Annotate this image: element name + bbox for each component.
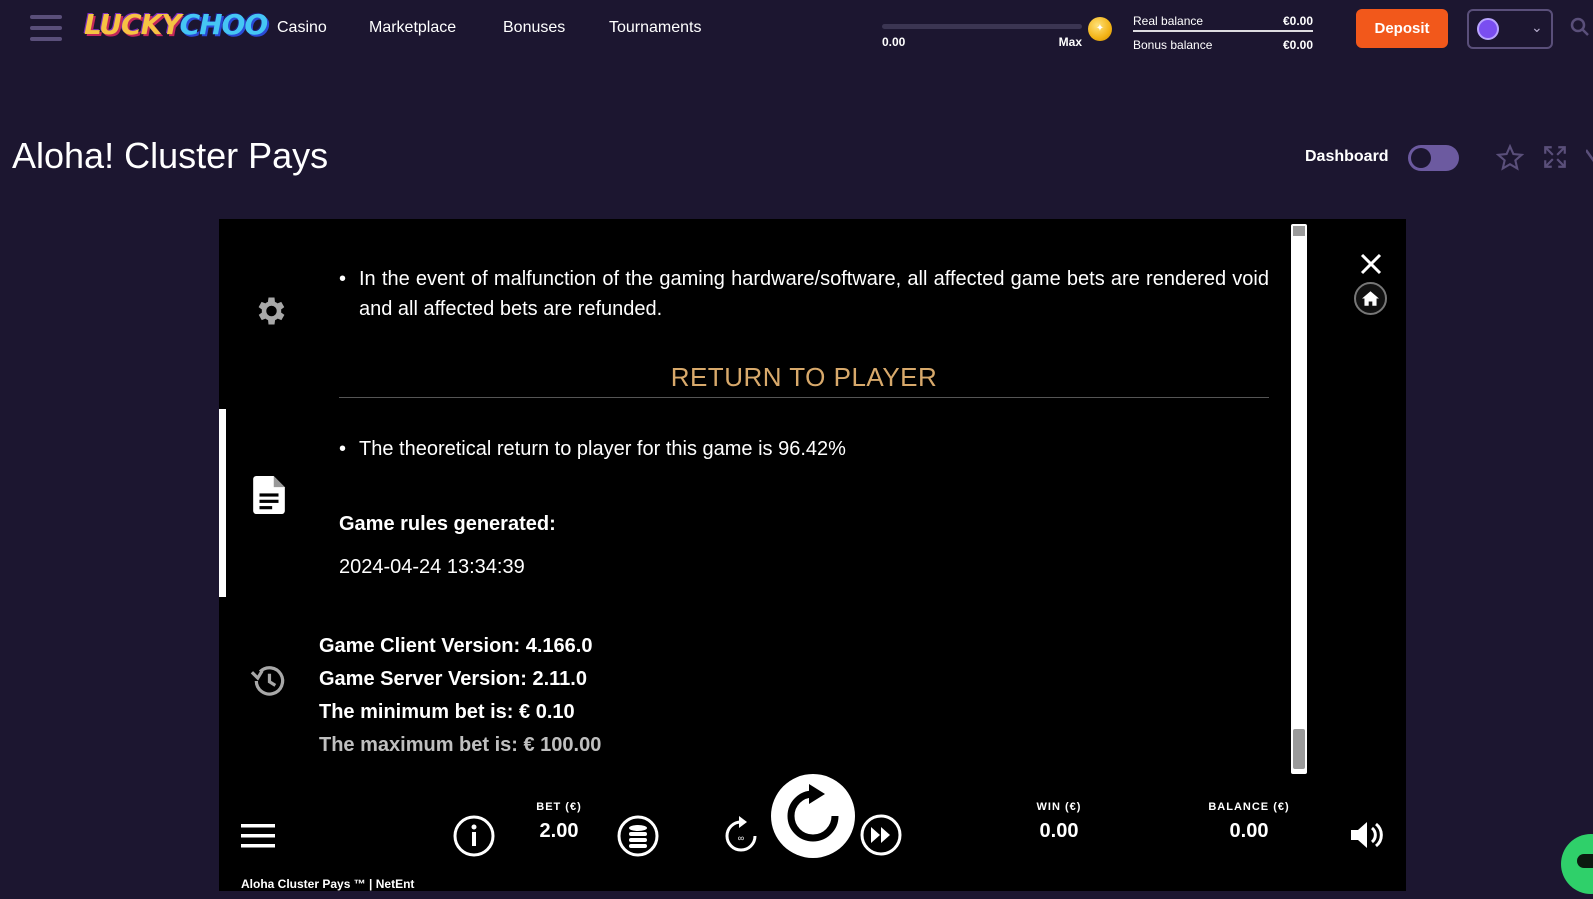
dashboard-label: Dashboard [1305,148,1389,165]
info-icon[interactable] [452,814,496,858]
settings-gear-icon[interactable] [252,293,288,329]
active-tab-marker [219,409,226,597]
menu-icon[interactable] [30,15,62,43]
autoplay-icon[interactable]: ∞ [721,814,761,858]
home-button[interactable] [1354,282,1387,315]
avatar [1477,18,1499,40]
chat-icon [1577,854,1593,868]
close-rules-icon[interactable] [1359,252,1383,276]
nav-casino[interactable]: Casino [277,19,327,37]
page-title: Aloha! Cluster Pays [12,135,329,176]
progress-track [882,24,1082,29]
bonus-balance-row: Bonus balance €0.00 [1133,32,1313,58]
balances: Real balance €0.00 Bonus balance €0.00 [1133,8,1313,58]
version-info: Game Client Version: 4.166.0 Game Server… [319,630,601,762]
win-label: WIN (€) [1036,801,1082,813]
scroll-up-arrow[interactable] [1293,226,1305,236]
level-progress: 0.00 Max [882,24,1082,49]
document-icon[interactable] [252,476,286,514]
deposit-button[interactable]: Deposit [1356,9,1448,48]
chevron-down-icon: ⌄ [1531,19,1543,35]
logo-part-choo: CHOO [179,8,269,41]
win-value: 0.00 [1039,820,1079,842]
account-dropdown[interactable]: ⌄ [1467,9,1553,49]
svg-text:∞: ∞ [738,833,744,843]
balance-label: BALANCE (€) [1208,801,1290,813]
server-version: Game Server Version: 2.11.0 [319,668,587,690]
home-icon [1362,291,1379,306]
rules-scrollbar[interactable] [1291,224,1307,774]
logo[interactable]: LUCKYCHOO [84,8,268,48]
rules-generated-date: 2024-04-24 13:34:39 [339,556,525,578]
game-menu-icon[interactable] [241,822,275,850]
scroll-thumb[interactable] [1293,729,1305,769]
rtp-section-title: RETURN TO PLAYER [339,362,1269,398]
history-icon[interactable] [249,663,287,699]
spin-button[interactable] [771,774,855,858]
search-icon[interactable] [1570,17,1590,37]
nav-marketplace[interactable]: Marketplace [369,19,456,37]
toggle-knob [1411,148,1431,168]
rules-generated-title: Game rules generated: [339,513,556,535]
bet-label: BET (€) [536,801,582,813]
balance-value: 0.00 [1229,820,1269,842]
game-footer: Aloha Cluster Pays ™ | NetEnt [241,877,415,891]
fast-forward-icon[interactable] [859,813,903,857]
balance-divider [1133,30,1313,32]
min-bet: The minimum bet is: € 0.10 [319,701,575,723]
star-icon[interactable] [1496,144,1524,172]
game-frame[interactable]: In the event of malfunction of the gamin… [219,219,1406,891]
spin-icon [787,784,839,842]
max-bet: The maximum bet is: € 100.00 [319,734,602,756]
progress-min: 0.00 [882,35,906,49]
nav-tournaments[interactable]: Tournaments [609,19,702,37]
sound-icon[interactable] [1349,817,1385,853]
rtp-rule: The theoretical return to player for thi… [339,434,1269,464]
coin-icon: ✦ [1088,17,1112,41]
client-version: Game Client Version: 4.166.0 [319,635,593,657]
fullscreen-icon[interactable] [1542,144,1568,170]
chat-button[interactable] [1561,834,1593,894]
bet-value: 2.00 [539,820,579,842]
logo-part-lucky: LUCKY [84,8,181,41]
real-balance-value: €0.00 [1282,14,1313,28]
coins-icon[interactable] [616,814,660,858]
top-bar: LUCKYCHOO Casino Marketplace Bonuses Tou… [0,0,1593,60]
malfunction-rule: In the event of malfunction of the gamin… [339,264,1269,324]
bonus-balance-label: Bonus balance [1133,38,1213,52]
progress-max: Max [1058,35,1082,49]
dashboard-toggle[interactable] [1408,145,1459,171]
bonus-balance-value: €0.00 [1282,38,1313,52]
nav-bonuses[interactable]: Bonuses [503,19,565,37]
real-balance-label: Real balance [1133,14,1204,28]
close-icon[interactable] [1586,146,1593,170]
